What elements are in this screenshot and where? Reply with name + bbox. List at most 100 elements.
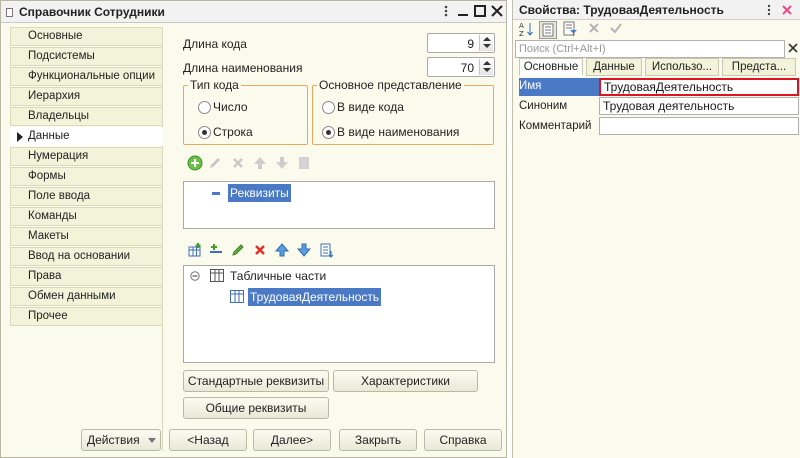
window-titlebar: Справочник Сотрудники — [1, 1, 506, 23]
window-title: Справочник Сотрудники — [19, 5, 165, 19]
nav-item-templates[interactable]: Макеты — [10, 227, 163, 246]
code-length-value: 9 — [467, 37, 474, 51]
properties-panel: Свойства: ТрудоваяДеятельность AZ Поиск … — [512, 0, 800, 458]
sections-nav: Основные Подсистемы Функциональные опции… — [7, 27, 163, 451]
chevron-down-icon — [148, 438, 156, 443]
tab-main[interactable]: Основные — [519, 58, 583, 76]
attributes-tree-root[interactable]: Реквизиты — [228, 184, 291, 202]
code-type-title: Тип кода — [188, 78, 241, 92]
nav-item-input-field[interactable]: Поле ввода — [10, 187, 163, 206]
edit-table-icon[interactable] — [230, 242, 246, 258]
prop-synonym-input[interactable]: Трудовая деятельность — [599, 97, 799, 115]
svg-text:A: A — [519, 22, 524, 30]
tabular-parts-root: Табличные части — [230, 269, 327, 283]
clear-search-icon[interactable] — [788, 43, 798, 53]
tabular-parts-tree[interactable]: Табличные части ТрудоваяДеятельность — [183, 265, 495, 363]
document-icon — [6, 8, 13, 17]
move-up-table-icon[interactable] — [274, 242, 290, 258]
close-icon[interactable] — [490, 4, 504, 18]
tabular-part-item[interactable]: ТрудоваяДеятельность — [248, 288, 382, 306]
code-length-spinner[interactable] — [479, 35, 493, 51]
delete-attribute-icon[interactable] — [230, 155, 246, 171]
sort-table-icon[interactable] — [318, 242, 334, 258]
sort-attribute-icon[interactable] — [296, 155, 312, 171]
nav-item-input-based-on[interactable]: Ввод на основании — [10, 247, 163, 266]
name-length-value: 70 — [460, 61, 474, 75]
properties-titlebar: Свойства: ТрудоваяДеятельность — [513, 0, 800, 20]
attributes-tree[interactable]: Реквизиты — [183, 181, 495, 229]
sort-az-icon[interactable]: AZ — [518, 21, 534, 37]
common-attributes-button[interactable]: Общие реквизиты — [183, 397, 329, 419]
properties-title: Свойства: ТрудоваяДеятельность — [519, 3, 724, 17]
move-down-attribute-icon[interactable] — [274, 155, 290, 171]
code-length-input[interactable]: 9 — [427, 33, 495, 53]
standard-attributes-button[interactable]: Стандартные реквизиты — [183, 370, 329, 392]
nav-item-functional-options[interactable]: Функциональные опции — [10, 67, 163, 86]
collapse-icon[interactable] — [212, 192, 220, 195]
back-button[interactable]: <Назад — [169, 429, 247, 451]
clear-icon[interactable] — [587, 21, 601, 35]
code-type-number-label: Число — [213, 100, 248, 114]
prop-comment-input[interactable] — [599, 117, 799, 135]
table-icon — [210, 269, 224, 282]
filter-icon[interactable] — [562, 21, 578, 37]
menu-icon[interactable] — [439, 4, 453, 18]
code-type-string-radio[interactable] — [198, 126, 211, 139]
nav-item-owners[interactable]: Владельцы — [10, 107, 163, 126]
next-button[interactable]: Далее> — [253, 429, 331, 451]
nav-item-data[interactable]: Данные — [10, 127, 163, 146]
prop-name-input[interactable]: ТрудоваяДеятельность — [599, 78, 799, 96]
nav-item-rights[interactable]: Права — [10, 267, 163, 286]
add-attribute-icon[interactable] — [187, 155, 203, 171]
help-button[interactable]: Справка — [424, 429, 502, 451]
tab-presentation[interactable]: Предста... — [722, 58, 796, 76]
prop-synonym-label: Синоним — [519, 100, 568, 112]
nav-item-hierarchy[interactable]: Иерархия — [10, 87, 163, 106]
code-type-number-radio[interactable] — [198, 101, 211, 114]
code-type-string-label: Строка — [213, 125, 253, 139]
delete-table-icon[interactable] — [252, 242, 268, 258]
prop-comment-label: Комментарий — [519, 120, 592, 132]
prop-name-label: Имя — [519, 80, 542, 92]
collapse-toggle-icon[interactable] — [190, 271, 200, 281]
table-icon — [230, 290, 244, 303]
actions-button[interactable]: Действия — [81, 429, 161, 451]
search-placeholder: Поиск (Ctrl+Alt+I) — [519, 43, 606, 55]
repr-by-name-radio[interactable] — [322, 126, 335, 139]
code-type-group: Тип кода Число Строка — [183, 78, 308, 145]
nav-item-main[interactable]: Основные — [10, 27, 163, 46]
repr-by-code-radio[interactable] — [322, 101, 335, 114]
name-length-label: Длина наименования — [183, 61, 303, 75]
repr-by-code-label: В виде кода — [337, 100, 404, 114]
current-section-arrow-icon — [17, 132, 23, 142]
minimize-icon[interactable] — [456, 4, 470, 18]
tab-data[interactable]: Данные — [586, 58, 642, 76]
repr-by-name-label: В виде наименования — [337, 125, 460, 139]
svg-text:Z: Z — [519, 30, 524, 37]
nav-item-other[interactable]: Прочее — [10, 307, 163, 326]
nav-item-commands[interactable]: Команды — [10, 207, 163, 226]
nav-item-numbering[interactable]: Нумерация — [10, 147, 163, 166]
characteristics-button[interactable]: Характеристики — [333, 370, 478, 392]
main-representation-group: Основное представление В виде кода В вид… — [312, 78, 494, 145]
main-representation-title: Основное представление — [317, 78, 464, 92]
edit-attribute-icon[interactable] — [207, 155, 223, 171]
nav-item-data-exchange[interactable]: Обмен данными — [10, 287, 163, 306]
nav-item-subsystems[interactable]: Подсистемы — [10, 47, 163, 66]
menu-icon[interactable] — [762, 3, 776, 17]
maximize-icon[interactable] — [473, 4, 487, 18]
close-button[interactable]: Закрыть — [339, 429, 417, 451]
move-down-table-icon[interactable] — [296, 242, 312, 258]
catalog-window: Справочник Сотрудники Основные Подсистем… — [0, 0, 507, 458]
apply-check-icon[interactable] — [609, 21, 623, 35]
name-length-input[interactable]: 70 — [427, 57, 495, 77]
move-up-attribute-icon[interactable] — [252, 155, 268, 171]
add-column-icon[interactable] — [208, 242, 224, 258]
properties-search-input[interactable]: Поиск (Ctrl+Alt+I) — [515, 40, 785, 58]
add-table-icon[interactable] — [187, 242, 203, 258]
nav-item-forms[interactable]: Формы — [10, 167, 163, 186]
close-icon[interactable] — [780, 3, 794, 17]
categorized-view-icon[interactable] — [539, 21, 557, 39]
name-length-spinner[interactable] — [479, 59, 493, 75]
tab-usage[interactable]: Использо... — [645, 58, 719, 76]
